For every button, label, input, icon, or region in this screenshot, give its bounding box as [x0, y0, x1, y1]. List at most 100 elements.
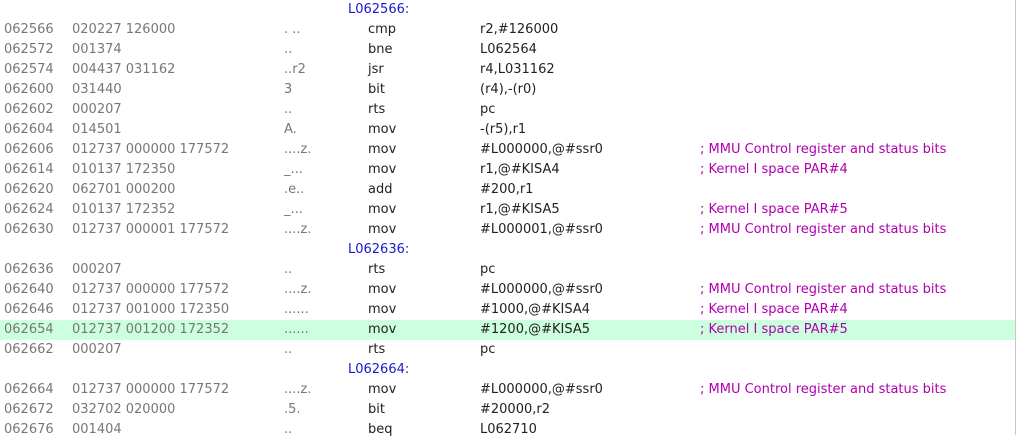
- label-row[interactable]: L062664:: [0, 360, 1015, 380]
- instruction-row[interactable]: 062602 000207.. rts pc: [0, 100, 1015, 120]
- code-label[interactable]: L062566:: [348, 0, 409, 20]
- address-cell: 062624: [4, 202, 54, 217]
- octal-words-cell: 000207: [72, 102, 122, 117]
- instruction-row[interactable]: 062620 062701 000200 .e.. add #200,r1: [0, 180, 1015, 200]
- mnemonic-cell: mov: [368, 222, 397, 237]
- address-cell: 062602: [4, 102, 54, 117]
- instruction-row[interactable]: 062662 000207.. rts pc: [0, 340, 1015, 360]
- octal-words-cell: 014501: [72, 122, 122, 137]
- operands-cell: pc: [480, 262, 496, 277]
- address-cell: 062574: [4, 62, 54, 77]
- code-label[interactable]: L062636:: [348, 240, 409, 260]
- ascii-cell: ..: [284, 42, 293, 57]
- octal-words-cell: 000207: [72, 342, 122, 357]
- operands-cell: (r4),-(r0): [480, 82, 537, 97]
- ascii-cell: ......: [284, 322, 309, 337]
- instruction-row[interactable]: 062672 032702 020000 .5. bit #20000,r2: [0, 400, 1015, 420]
- address-cell: 062620: [4, 182, 54, 197]
- operands-cell: #L000000,@#ssr0: [480, 142, 603, 157]
- address-cell: 062662: [4, 342, 54, 357]
- octal-words-cell: 031440: [72, 82, 122, 97]
- instruction-row[interactable]: 062600 031440 3 bit (r4),-(r0): [0, 80, 1015, 100]
- octal-words-cell: 001374: [72, 42, 122, 57]
- mnemonic-cell: mov: [368, 302, 397, 317]
- address-cell: 062676: [4, 422, 54, 437]
- label-row[interactable]: L062566:: [0, 0, 1015, 20]
- ascii-cell: ....z.: [284, 222, 312, 237]
- mnemonic-cell: rts: [368, 342, 386, 357]
- ascii-cell: ......: [284, 302, 309, 317]
- operands-cell: #1000,@#KISA4: [480, 302, 591, 317]
- comment-cell: ; Kernel I space PAR#5: [700, 322, 848, 337]
- mnemonic-cell: cmp: [368, 22, 397, 37]
- operands-cell: L062564: [480, 42, 537, 57]
- ascii-cell: .5.: [284, 402, 301, 417]
- code-label[interactable]: L062664:: [348, 360, 409, 380]
- mnemonic-cell: mov: [368, 322, 397, 337]
- address-cell: 062614: [4, 162, 54, 177]
- instruction-row[interactable]: 062646 012737 001000 172350...... mov #1000…: [0, 300, 1015, 320]
- mnemonic-cell: mov: [368, 122, 397, 137]
- address-cell: 062646: [4, 302, 54, 317]
- instruction-row[interactable]: 062606 012737 000000 177572 ....z. mov #L000…: [0, 140, 1015, 160]
- label-row[interactable]: L062636:: [0, 240, 1015, 260]
- instruction-row-selected[interactable]: 062654 012737 001200 172352...... mov #1200…: [0, 320, 1015, 340]
- ascii-cell: ..: [284, 342, 293, 357]
- octal-words-cell: 012737 000001 177572: [72, 222, 230, 237]
- address-cell: 062572: [4, 42, 54, 57]
- instruction-row[interactable]: 062676 001404.. beq L062710: [0, 420, 1015, 440]
- instruction-row[interactable]: 062636 000207.. rts pc: [0, 260, 1015, 280]
- ascii-cell: A.: [284, 122, 297, 137]
- ascii-cell: ..: [284, 422, 293, 437]
- instruction-row[interactable]: 062574 004437 031162 ..r2 jsr r4,L031162: [0, 60, 1015, 80]
- mnemonic-cell: jsr: [368, 62, 384, 77]
- address-cell: 062604: [4, 122, 54, 137]
- mnemonic-cell: beq: [368, 422, 393, 437]
- address-cell: 062636: [4, 262, 54, 277]
- ascii-cell: ..: [284, 102, 293, 117]
- instruction-row[interactable]: 062624 010137 172352 _... mov r1,@#KISA5 ; Ke…: [0, 200, 1015, 220]
- ascii-cell: .e..: [284, 182, 305, 197]
- ascii-cell: ....z.: [284, 282, 312, 297]
- octal-words-cell: 062701 000200: [72, 182, 176, 197]
- instruction-row[interactable]: 062640 012737 000000 177572 ....z. mov #L000…: [0, 280, 1015, 300]
- ascii-cell: . ..: [284, 22, 301, 37]
- mnemonic-cell: bne: [368, 42, 393, 57]
- octal-words-cell: 010137 172350: [72, 162, 176, 177]
- address-cell: 062606: [4, 142, 54, 157]
- instruction-row[interactable]: 062614 010137 172350 _... mov r1,@#KISA4 ; Ke…: [0, 160, 1015, 180]
- octal-words-cell: 020227 126000: [72, 22, 176, 37]
- octal-words-cell: 001404: [72, 422, 122, 437]
- ascii-cell: _...: [284, 162, 303, 177]
- address-cell: 062654: [4, 322, 54, 337]
- mnemonic-cell: mov: [368, 382, 397, 397]
- ascii-cell: ....z.: [284, 142, 312, 157]
- octal-words-cell: 012737 000000 177572: [72, 382, 230, 397]
- octal-words-cell: 032702 020000: [72, 402, 176, 417]
- address-cell: 062600: [4, 82, 54, 97]
- octal-words-cell: 012737 000000 177572: [72, 282, 230, 297]
- operands-cell: #L000000,@#ssr0: [480, 382, 603, 397]
- operands-cell: r4,L031162: [480, 62, 555, 77]
- octal-words-cell: 012737 001000 172350: [72, 302, 230, 317]
- mnemonic-cell: mov: [368, 162, 397, 177]
- instruction-row[interactable]: 062664 012737 000000 177572 ....z. mov #L000…: [0, 380, 1015, 400]
- instruction-row[interactable]: 062630 012737 000001 177572 ....z. mov #L000…: [0, 220, 1015, 240]
- instruction-row[interactable]: 062566 020227 126000 . .. cmp r2,#126000: [0, 20, 1015, 40]
- operands-cell: #1200,@#KISA5: [480, 322, 591, 337]
- mnemonic-cell: mov: [368, 142, 397, 157]
- operands-cell: #200,r1: [480, 182, 534, 197]
- mnemonic-cell: add: [368, 182, 393, 197]
- operands-cell: #20000,r2: [480, 402, 550, 417]
- comment-cell: ; Kernel I space PAR#5: [700, 202, 848, 217]
- operands-cell: pc: [480, 342, 496, 357]
- operands-cell: pc: [480, 102, 496, 117]
- octal-words-cell: 012737 000000 177572: [72, 142, 230, 157]
- disassembly-listing[interactable]: L062566: 062566 020227 126000 . .. cmp r2,#12…: [0, 0, 1016, 437]
- instruction-row[interactable]: 062604 014501 A. mov -(r5),r1: [0, 120, 1015, 140]
- mnemonic-cell: bit: [368, 402, 385, 417]
- comment-cell: ; Kernel I space PAR#4: [700, 162, 848, 177]
- operands-cell: r2,#126000: [480, 22, 559, 37]
- ascii-cell: ....z.: [284, 382, 312, 397]
- instruction-row[interactable]: 062572 001374.. bne L062564: [0, 40, 1015, 60]
